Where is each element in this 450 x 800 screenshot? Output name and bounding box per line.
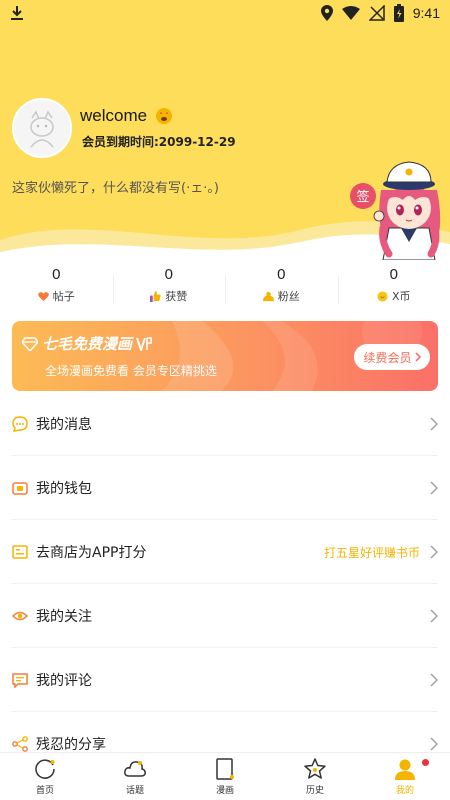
nav-label: 历史 xyxy=(305,786,324,796)
menu-item-comments[interactable]: 我的评论 xyxy=(0,648,450,712)
bottom-nav: 首页 话题 漫画 历史 我的 xyxy=(0,752,450,800)
eye-icon xyxy=(12,611,28,621)
home-icon xyxy=(35,759,55,779)
history-icon xyxy=(304,758,326,779)
message-icon xyxy=(12,416,28,432)
stat-label: X币 xyxy=(391,290,411,303)
notification-dot xyxy=(422,759,429,766)
menu-label: 去商店为APP打分 xyxy=(36,545,147,561)
stat-value: 0 xyxy=(164,266,173,283)
menu-label: 我的钱包 xyxy=(36,481,92,497)
chevron-right-icon xyxy=(430,737,438,751)
vip-badge-icon xyxy=(136,336,152,351)
nav-item-history[interactable]: 历史 xyxy=(270,753,360,800)
clock: 9:41 xyxy=(412,5,440,21)
rate-icon xyxy=(12,545,28,559)
comic-icon xyxy=(216,758,234,780)
chevron-right-icon xyxy=(414,352,421,362)
chevron-right-icon xyxy=(430,417,438,431)
topic-icon xyxy=(124,761,146,777)
user-bio[interactable]: 这家伙懒死了，什么都没有写(·ェ·。) xyxy=(12,177,219,196)
chevron-right-icon xyxy=(430,673,438,687)
menu-item-following[interactable]: 我的关注 xyxy=(0,584,450,648)
menu-item-rate-app[interactable]: 去商店为APP打分 打五星好评赚书币 xyxy=(0,520,450,584)
stat-fans[interactable]: 0 粉丝 xyxy=(225,266,338,312)
thumbs-up-icon xyxy=(150,290,161,302)
menu-label: 我的关注 xyxy=(36,609,92,625)
stats-bar: 0 帖子 0 获赞 0 粉丝 0 X币 xyxy=(0,266,450,312)
stat-value: 0 xyxy=(389,266,398,283)
profile-header: 9:41 welcome 会员到期时间:2099-12-29 这家伙懒死了，什么… xyxy=(0,0,450,262)
battery-icon xyxy=(393,4,404,22)
stat-coins[interactable]: 0 X币 xyxy=(337,266,450,312)
comment-icon xyxy=(12,673,28,688)
menu-label: 我的消息 xyxy=(36,417,92,433)
stat-posts[interactable]: 0 帖子 xyxy=(0,266,113,312)
menu-item-wallet[interactable]: 我的钱包 xyxy=(0,456,450,520)
sign-in-text: 签 xyxy=(356,189,369,205)
username: welcome xyxy=(80,106,148,125)
coin-icon xyxy=(377,290,388,302)
banner-subtitle: 全场漫画免费看 会员专区精挑选 xyxy=(45,364,217,378)
renew-vip-label: 续费会员 xyxy=(363,350,412,365)
heart-icon xyxy=(37,291,49,301)
renew-vip-button[interactable]: 续费会员 xyxy=(354,344,430,370)
status-bar: 9:41 xyxy=(0,0,450,26)
nav-item-comic[interactable]: 漫画 xyxy=(180,753,270,800)
menu-item-messages[interactable]: 我的消息 xyxy=(0,392,450,456)
chevron-right-icon xyxy=(430,481,438,495)
nav-item-home[interactable]: 首页 xyxy=(0,753,90,800)
download-icon xyxy=(11,6,23,20)
nav-label: 我的 xyxy=(395,786,414,796)
chevron-right-icon xyxy=(430,609,438,623)
chevron-right-icon xyxy=(430,545,438,559)
stat-label: 粉丝 xyxy=(277,290,300,303)
stat-label: 帖子 xyxy=(52,290,75,303)
wifi-icon xyxy=(341,6,360,20)
vip-banner[interactable]: 七毛免费漫画 全场漫画免费看 会员专区精挑选 续费会员 xyxy=(12,321,438,391)
stat-value: 0 xyxy=(277,266,286,283)
wallet-icon xyxy=(12,482,28,495)
menu-list: 我的消息 我的钱包 去商店为APP打分 打五星好评赚书币 我的关注 我的评论 残… xyxy=(0,392,450,776)
menu-label: 我的评论 xyxy=(36,673,92,689)
nav-label: 首页 xyxy=(35,786,54,796)
banner-title: 七毛免费漫画 xyxy=(42,335,133,353)
nav-item-topic[interactable]: 话题 xyxy=(90,753,180,800)
profile-icon xyxy=(395,759,415,780)
stat-likes[interactable]: 0 获赞 xyxy=(112,266,226,312)
no-signal-icon xyxy=(368,5,385,21)
location-icon xyxy=(320,5,333,21)
nav-label: 漫画 xyxy=(215,786,234,796)
stat-value: 0 xyxy=(52,266,61,283)
default-avatar-icon xyxy=(14,100,70,156)
stat-label: 获赞 xyxy=(165,290,188,303)
fans-icon xyxy=(262,291,274,301)
rate-reward-hint: 打五星好评赚书币 xyxy=(323,545,420,560)
avatar[interactable] xyxy=(12,98,72,158)
vip-expire-date: 会员到期时间:2099-12-29 xyxy=(82,135,236,149)
sign-in-mascot[interactable]: 签 xyxy=(345,150,450,261)
menu-label: 残忍的分享 xyxy=(36,737,106,753)
nav-label: 话题 xyxy=(125,786,144,796)
diamond-icon xyxy=(22,336,38,351)
share-icon xyxy=(12,736,28,752)
nav-item-profile[interactable]: 我的 xyxy=(360,753,450,800)
star-eyes-emoji-icon xyxy=(156,108,173,124)
